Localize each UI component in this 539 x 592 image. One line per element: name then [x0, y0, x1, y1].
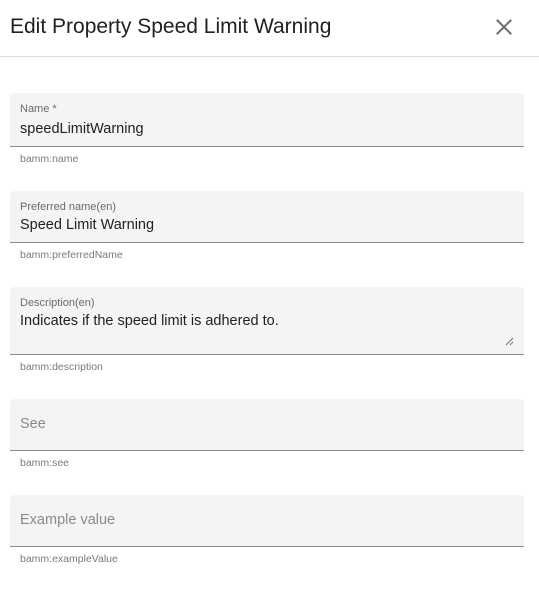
see-field-placeholder: See — [20, 416, 46, 432]
close-button[interactable] — [490, 13, 518, 41]
preferred-name-field-label: Preferred name(en) — [20, 201, 116, 213]
example-value-field-hint: bamm:exampleValue — [20, 553, 118, 565]
preferred-name-field-hint: bamm:preferredName — [20, 249, 123, 261]
name-field[interactable]: Name * speedLimitWarning — [10, 93, 524, 147]
close-icon — [496, 19, 512, 35]
example-value-field[interactable]: Example value — [10, 495, 524, 547]
resize-handle-icon[interactable] — [504, 336, 514, 346]
see-field-hint: bamm:see — [20, 457, 70, 469]
description-field-label: Description(en) — [20, 297, 95, 309]
see-field[interactable]: See — [10, 399, 524, 451]
example-value-field-placeholder: Example value — [20, 512, 116, 528]
dialog-header: Edit Property Speed Limit Warning — [0, 0, 539, 57]
preferred-name-field[interactable]: Preferred name(en) Speed Limit Warning — [10, 191, 524, 243]
edit-property-dialog: Edit Property Speed Limit Warning Name *… — [0, 0, 539, 592]
dialog-title: Edit Property Speed Limit Warning — [10, 15, 332, 38]
name-field-label: Name * — [20, 103, 57, 115]
name-field-hint: bamm:name — [20, 153, 79, 165]
description-field[interactable]: Description(en) Indicates if the speed l… — [10, 287, 524, 355]
preferred-name-field-value: Speed Limit Warning — [20, 217, 155, 233]
name-field-value: speedLimitWarning — [20, 121, 144, 137]
description-field-hint: bamm:description — [20, 361, 103, 373]
description-field-value: Indicates if the speed limit is adhered … — [20, 313, 279, 329]
